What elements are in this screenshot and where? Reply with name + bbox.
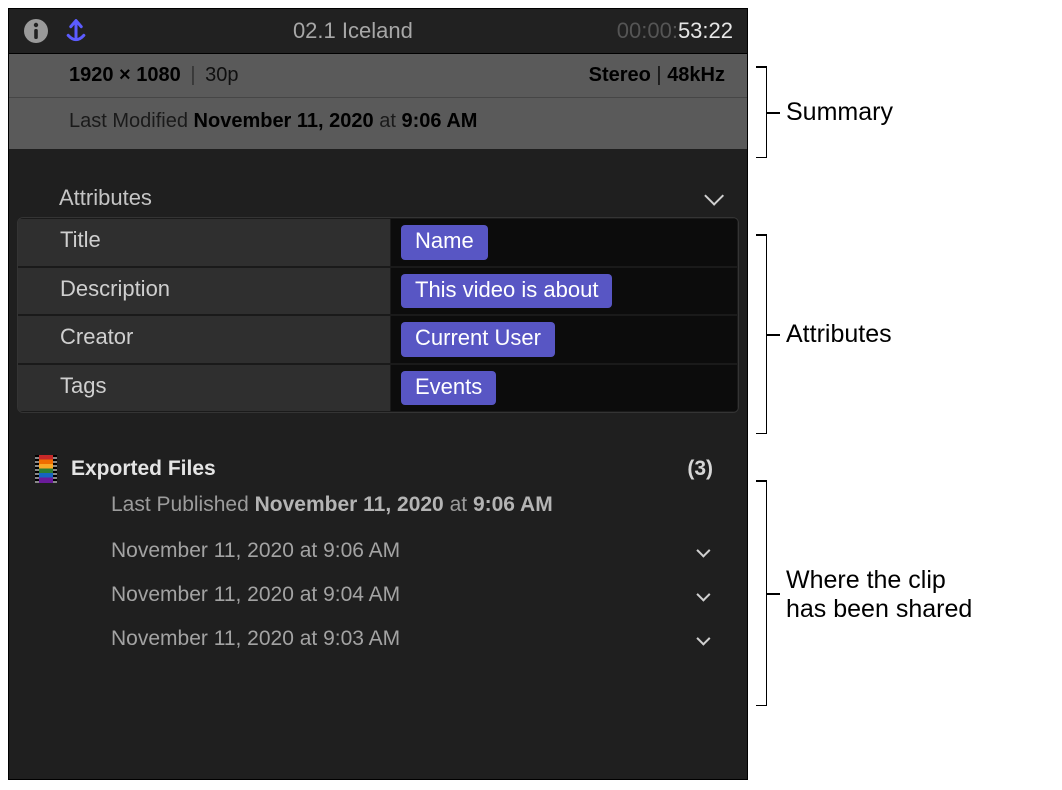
- exported-file-item[interactable]: November 11, 2020 at 9:03 AM: [35, 617, 721, 661]
- attribute-row: Description This video is about: [18, 267, 738, 316]
- annotation-leader: [766, 593, 780, 595]
- timecode-display: 00:00:53:22: [617, 18, 733, 44]
- share-anchor-icon[interactable]: [63, 18, 89, 44]
- exported-file-item[interactable]: November 11, 2020 at 9:06 AM: [35, 529, 721, 573]
- clip-title: 02.1 Iceland: [103, 18, 603, 44]
- attribute-label: Tags: [18, 364, 391, 413]
- annotation-summary: Summary: [786, 98, 893, 127]
- last-published-text: Last Published November 11, 2020 at 9:06…: [35, 483, 721, 523]
- annotation-leader: [766, 112, 780, 114]
- attribute-row: Tags Events: [18, 364, 738, 413]
- annotation-attributes: Attributes: [786, 320, 892, 349]
- attribute-value-field[interactable]: Name: [391, 218, 738, 267]
- film-strip-icon: [35, 455, 57, 483]
- chevron-down-icon: [705, 185, 719, 211]
- exported-files-header[interactable]: Exported Files (3): [35, 455, 721, 483]
- summary-format-row: 1920 × 1080 | 30p Stereo | 48kHz: [9, 54, 747, 98]
- chevron-down-icon: [697, 541, 707, 562]
- attribute-token[interactable]: This video is about: [401, 274, 612, 309]
- attribute-token[interactable]: Events: [401, 371, 496, 406]
- exported-files-list: November 11, 2020 at 9:06 AM November 11…: [35, 523, 721, 661]
- annotation-shared: Where the clip has been shared: [786, 566, 972, 624]
- audio-format-text: Stereo | 48kHz: [589, 64, 725, 87]
- attribute-row: Title Name: [18, 218, 738, 267]
- attribute-token[interactable]: Current User: [401, 322, 555, 357]
- attribute-label: Title: [18, 218, 391, 267]
- last-modified-text: Last Modified November 11, 2020 at 9:06 …: [9, 98, 747, 149]
- attribute-value-field[interactable]: This video is about: [391, 267, 738, 316]
- attribute-row: Creator Current User: [18, 315, 738, 364]
- resolution-text: 1920 × 1080 | 30p: [69, 64, 238, 87]
- chevron-down-icon: [697, 629, 707, 650]
- info-icon[interactable]: [23, 18, 49, 44]
- attribute-value-field[interactable]: Current User: [391, 315, 738, 364]
- attribute-label: Description: [18, 267, 391, 316]
- exported-files-count: (3): [687, 457, 713, 481]
- summary-card: 1920 × 1080 | 30p Stereo | 48kHz Last Mo…: [9, 53, 747, 149]
- attribute-value-field[interactable]: Events: [391, 364, 738, 413]
- share-inspector-panel: 02.1 Iceland 00:00:53:22 1920 × 1080 | 3…: [8, 8, 748, 780]
- attributes-heading: Attributes: [59, 185, 152, 211]
- attributes-header[interactable]: Attributes: [9, 181, 747, 217]
- exported-files-title: Exported Files: [71, 457, 673, 481]
- annotation-leader: [766, 334, 780, 336]
- exported-file-item[interactable]: November 11, 2020 at 9:04 AM: [35, 573, 721, 617]
- exported-files-section: Exported Files (3) Last Published Novemb…: [9, 413, 747, 661]
- inspector-header: 02.1 Iceland 00:00:53:22: [9, 9, 747, 53]
- attribute-label: Creator: [18, 315, 391, 364]
- attributes-list: Title Name Description This video is abo…: [17, 217, 739, 413]
- attribute-token[interactable]: Name: [401, 225, 488, 260]
- chevron-down-icon: [697, 585, 707, 606]
